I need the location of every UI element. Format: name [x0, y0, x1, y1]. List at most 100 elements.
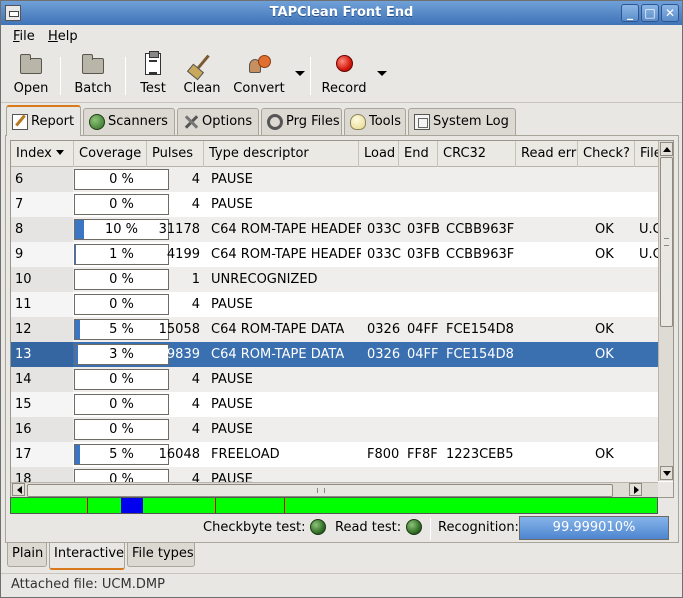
cell-check	[595, 367, 635, 392]
record-dropdown-arrow-icon[interactable]	[377, 71, 387, 76]
cell-crc32	[446, 392, 518, 417]
cell-crc32	[446, 367, 518, 392]
maximize-button[interactable]: □	[641, 4, 659, 22]
clipboard-icon	[141, 51, 165, 75]
scroll-left-button[interactable]	[12, 483, 25, 496]
attached-file-status: Attached file: UCM.DMP	[11, 577, 165, 592]
open-label: Open	[13, 81, 49, 96]
cell-file	[639, 417, 658, 442]
coverage-value: 1 %	[109, 247, 134, 262]
menu-help[interactable]: Help	[48, 29, 78, 44]
table-row[interactable]: 9 1 % 4199 C64 ROM-TAPE HEADER 033C 03FB CCBB9…	[11, 242, 658, 267]
column-header-pulses[interactable]: Pulses	[147, 141, 204, 167]
cell-file	[639, 392, 658, 417]
toolbar-separator	[60, 57, 61, 95]
tab-system-log[interactable]: System Log	[408, 108, 516, 135]
table-row[interactable]: 17 5 % 16048 FREELOAD F800 FF8F 1223CEB5 OK	[11, 442, 658, 467]
tab-interactive[interactable]: Interactive	[49, 543, 125, 570]
table-row[interactable]: 14 0 % 4 PAUSE	[11, 367, 658, 392]
broom-icon	[190, 53, 214, 75]
coverage-value: 0 %	[109, 397, 134, 412]
coverage-value: 5 %	[109, 322, 134, 337]
scroll-right-button[interactable]	[629, 483, 642, 496]
tab-prg-files[interactable]: Prg Files	[261, 108, 342, 135]
column-header-index[interactable]: Index	[11, 141, 74, 167]
cell-crc32: FCE154D8	[446, 322, 514, 337]
close-button[interactable]: ✕	[661, 4, 679, 22]
table-row[interactable]: 10 0 % 1 UNRECOGNIZED	[11, 267, 658, 292]
coverage-fill	[75, 445, 80, 464]
app-window: TAPClean Front End _ □ ✕ File Help Open …	[0, 0, 683, 598]
table-header: Index Coverage Pulses Type descriptor Lo…	[11, 141, 662, 167]
convert-button[interactable]: Convert	[231, 53, 287, 99]
convert-dropdown-arrow-icon[interactable]	[295, 71, 305, 76]
tab-options[interactable]: Options	[177, 108, 259, 135]
scroll-up-button[interactable]	[660, 142, 673, 156]
cell-end	[407, 367, 443, 392]
open-button[interactable]: Open	[11, 53, 51, 99]
table-row[interactable]: 6 0 % 4 PAUSE	[11, 167, 658, 192]
cell-read-err	[523, 417, 579, 442]
cell-file	[639, 192, 658, 217]
cell-read-err	[523, 167, 579, 192]
column-header-end[interactable]: End	[399, 141, 438, 167]
tab-file-types[interactable]: File types	[127, 543, 195, 567]
checkbyte-test-label: Checkbyte test:	[203, 520, 306, 535]
report-icon	[12, 114, 28, 130]
cell-end	[407, 417, 443, 442]
table-row[interactable]: 8 10 % 31178 C64 ROM-TAPE HEADER 033C 03FB CCB…	[11, 217, 658, 242]
column-header-coverage[interactable]: Coverage	[74, 141, 147, 167]
arrow-down-icon	[663, 471, 671, 476]
record-button[interactable]: Record	[319, 53, 369, 99]
column-header-check[interactable]: Check?	[578, 141, 635, 167]
minimize-button[interactable]: _	[621, 4, 639, 22]
column-header-type[interactable]: Type descriptor	[204, 141, 359, 167]
cell-pulses: 4	[191, 197, 200, 212]
table-row[interactable]: 13 3 % 9839 C64 ROM-TAPE DATA 0326 04FF FCE154…	[11, 342, 658, 367]
tab-scanners[interactable]: Scanners	[83, 108, 175, 135]
vertical-scrollbar[interactable]	[658, 141, 673, 481]
tab-tools[interactable]: Tools	[344, 108, 406, 135]
clean-button[interactable]: Clean	[181, 53, 223, 99]
cell-index: 14	[15, 372, 32, 387]
cell-load: 0326	[367, 347, 401, 362]
table-row[interactable]: 16 0 % 4 PAUSE	[11, 417, 658, 442]
cell-type-descriptor: C64 ROM-TAPE HEADER	[211, 222, 361, 237]
close-icon: ✕	[664, 6, 676, 20]
main-tabs: Report Scanners Options Prg Files Tools …	[1, 105, 682, 136]
horizontal-scroll-thumb[interactable]	[27, 484, 613, 497]
coverage-value: 0 %	[109, 297, 134, 312]
column-header-load[interactable]: Load	[359, 141, 399, 167]
coverage-value: 0 %	[109, 272, 134, 287]
table-row[interactable]: 11 0 % 4 PAUSE	[11, 292, 658, 317]
menu-file[interactable]: File	[13, 29, 35, 44]
cell-crc32	[446, 192, 518, 217]
cell-pulses: 9839	[166, 347, 200, 362]
scroll-down-button[interactable]	[660, 466, 673, 480]
test-button[interactable]: Test	[135, 51, 171, 99]
tape-map-bar[interactable]	[10, 497, 658, 514]
cell-crc32	[446, 292, 518, 317]
tab-report[interactable]: Report	[6, 105, 81, 136]
table-row[interactable]: 12 5 % 15058 C64 ROM-TAPE DATA 0326 04FF FCE15…	[11, 317, 658, 342]
title-bar[interactable]: TAPClean Front End _ □ ✕	[1, 1, 682, 25]
record-label: Record	[321, 81, 367, 96]
batch-button[interactable]: Batch	[71, 53, 115, 99]
table-row[interactable]: 7 0 % 4 PAUSE	[11, 192, 658, 217]
coverage-value: 10 %	[104, 222, 139, 237]
coverage-value: 0 %	[109, 197, 134, 212]
cell-read-err	[523, 292, 579, 317]
table-row[interactable]: 15 0 % 4 PAUSE	[11, 392, 658, 417]
column-header-read-err[interactable]: Read err	[516, 141, 578, 167]
cell-file: U.C	[639, 247, 658, 262]
vertical-scroll-thumb[interactable]	[660, 157, 673, 327]
tab-plain[interactable]: Plain	[7, 543, 47, 567]
coverage-value: 0 %	[109, 372, 134, 387]
cell-pulses: 4	[191, 422, 200, 437]
tab-label: Prg Files	[286, 114, 340, 129]
horizontal-scrollbar[interactable]	[11, 482, 658, 497]
cell-check: OK	[595, 247, 614, 262]
cell-load: 0326	[367, 322, 401, 337]
column-header-crc32[interactable]: CRC32	[438, 141, 516, 167]
cell-end	[407, 292, 443, 317]
